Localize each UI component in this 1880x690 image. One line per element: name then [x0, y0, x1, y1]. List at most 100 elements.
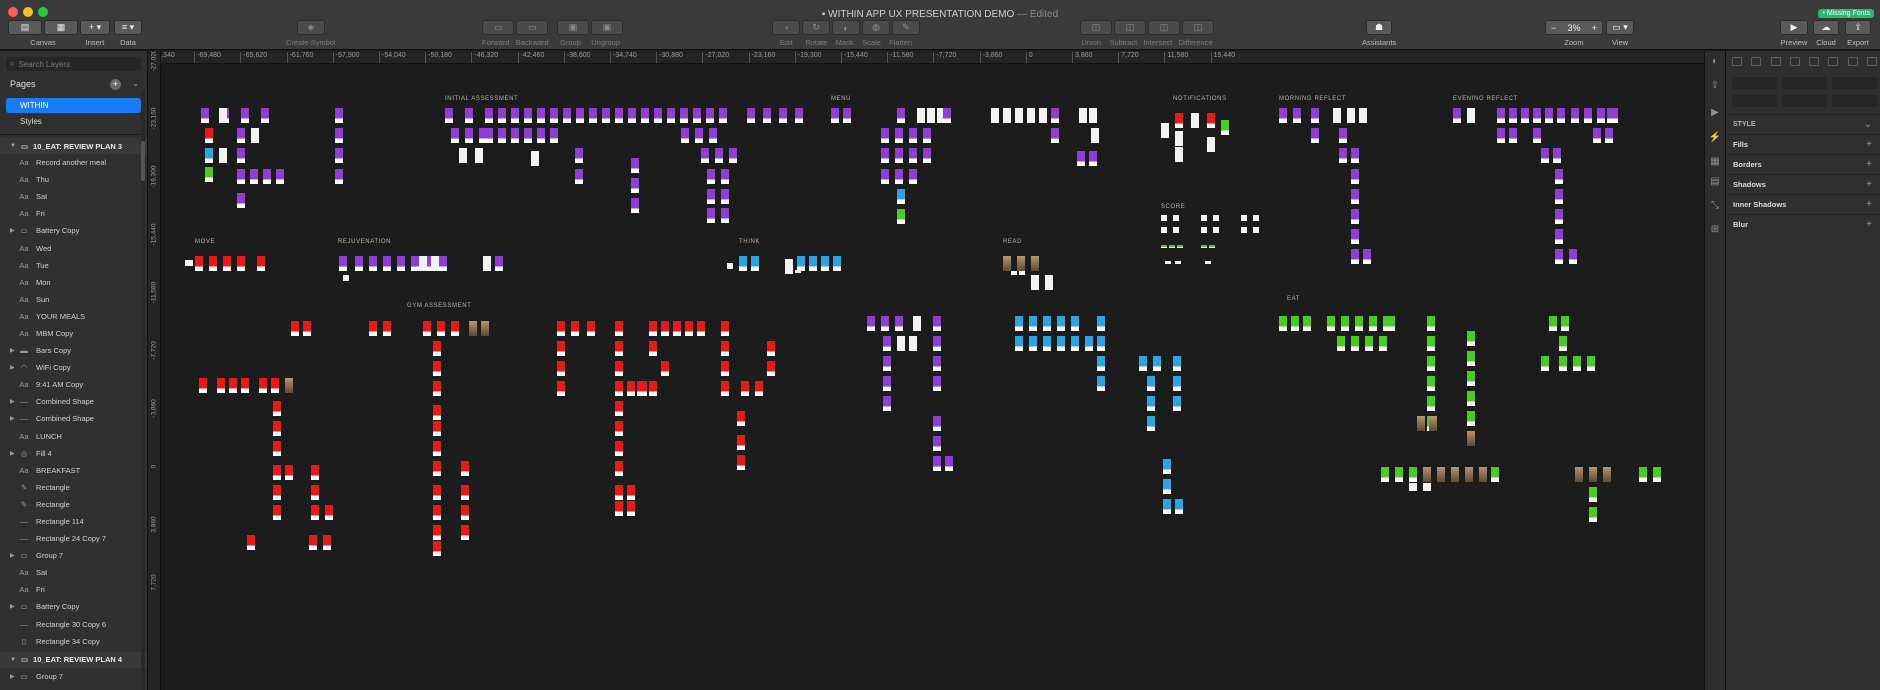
artboard-thumbnail[interactable] [1071, 336, 1079, 351]
rotate-button[interactable]: ↻ [802, 20, 830, 35]
artboard-thumbnail[interactable] [439, 256, 447, 271]
layer-row[interactable]: ▯ Rectangle 34 Copy [0, 633, 147, 650]
artboard-thumbnail[interactable] [1085, 336, 1093, 351]
artboard-thumbnail[interactable] [201, 108, 209, 123]
artboard-thumbnail[interactable] [1003, 256, 1011, 271]
artboard-thumbnail[interactable] [881, 148, 889, 163]
artboard-thumbnail[interactable] [1437, 467, 1445, 482]
artboard-thumbnail[interactable] [195, 256, 203, 271]
artboard-thumbnail[interactable] [628, 108, 636, 123]
artboard-thumbnail[interactable] [706, 108, 714, 123]
artboard-thumbnail[interactable] [933, 336, 941, 351]
layer-row[interactable]: — Rectangle 30 Copy 6 [0, 616, 147, 633]
artboard-thumbnail[interactable] [1417, 416, 1425, 431]
artboard-thumbnail[interactable] [1395, 467, 1403, 482]
artboard-thumbnail[interactable] [881, 128, 889, 143]
artboard-thumbnail[interactable] [1191, 113, 1199, 128]
forward-button[interactable]: ▭ [482, 20, 515, 35]
artboard-thumbnail[interactable] [263, 169, 271, 184]
artboard-thumbnail[interactable] [247, 535, 255, 550]
artboard-thumbnail[interactable] [1165, 261, 1171, 264]
artboard-thumbnail[interactable] [615, 421, 623, 436]
artboard-thumbnail[interactable] [649, 321, 657, 336]
artboard-thumbnail[interactable] [557, 381, 565, 396]
scrollbar-thumb[interactable] [141, 141, 145, 181]
subtract-button[interactable]: ◫ [1114, 20, 1146, 35]
layer-row[interactable]: Aa YOUR MEALS [0, 308, 147, 325]
artboard-thumbnail[interactable] [251, 128, 259, 143]
artboard-thumbnail[interactable] [1597, 108, 1605, 123]
artboard-thumbnail[interactable] [563, 108, 571, 123]
artboard-thumbnail[interactable] [335, 108, 343, 123]
artboard-thumbnail[interactable] [627, 381, 635, 396]
design-canvas[interactable]: INITIAL ASSESSMENT MENU NOTIFICATIONS MORNI… [161, 65, 1704, 690]
create-symbol-button[interactable]: ◈ [296, 20, 325, 35]
artboard-thumbnail[interactable] [1045, 275, 1053, 290]
align-left-icon[interactable] [1770, 57, 1781, 66]
layer-row[interactable]: Aa Fri [0, 205, 147, 222]
artboard-thumbnail[interactable] [1467, 391, 1475, 406]
disclosure-icon[interactable]: ▶ [10, 227, 16, 234]
artboard-thumbnail[interactable] [1161, 245, 1167, 248]
artboard-thumbnail[interactable] [667, 108, 675, 123]
artboard-thumbnail[interactable] [1427, 336, 1435, 351]
artboard-thumbnail[interactable] [631, 198, 639, 213]
artboard-thumbnail[interactable] [1057, 316, 1065, 331]
artboard-thumbnail[interactable] [1207, 137, 1215, 152]
artboard-thumbnail[interactable] [883, 356, 891, 371]
artboard-thumbnail[interactable] [1017, 256, 1025, 271]
artboard-thumbnail[interactable] [587, 321, 595, 336]
artboard-thumbnail[interactable] [325, 505, 333, 520]
artboard-thumbnail[interactable] [1571, 108, 1579, 123]
artboard-thumbnail[interactable] [763, 108, 771, 123]
artboard-thumbnail[interactable] [335, 169, 343, 184]
artboard-thumbnail[interactable] [895, 169, 903, 184]
layer-row[interactable]: Aa Sun [0, 291, 147, 308]
artboard-thumbnail[interactable] [433, 525, 441, 540]
ungroup-button[interactable]: ▣ [591, 20, 623, 35]
page-item-styles[interactable]: Styles [6, 114, 141, 129]
artboard-thumbnail[interactable] [1303, 316, 1311, 331]
artboard-thumbnail[interactable] [1509, 128, 1517, 143]
preview-button[interactable]: ▶ [1780, 20, 1808, 35]
artboard-thumbnail[interactable] [693, 108, 701, 123]
chevron-down-icon[interactable]: ⌄ [1864, 119, 1872, 130]
artboard-thumbnail[interactable] [495, 256, 503, 271]
artboard-thumbnail[interactable] [1253, 227, 1259, 233]
artboard-thumbnail[interactable] [1561, 316, 1569, 331]
align-bottom-icon[interactable] [1866, 57, 1877, 66]
artboard-thumbnail[interactable] [787, 270, 793, 273]
layer-row[interactable]: ✎ Rectangle [0, 479, 147, 496]
missing-fonts-badge[interactable]: • Missing Fonts [1818, 9, 1874, 18]
artboard-thumbnail[interactable] [483, 256, 491, 271]
x-field[interactable] [1732, 77, 1777, 89]
artboard-thumbnail[interactable] [1639, 467, 1647, 482]
layer-row[interactable]: Aa Record another meal [0, 154, 147, 171]
distribute-vertical-icon[interactable] [1751, 57, 1762, 66]
layer-row[interactable]: Aa Tue [0, 257, 147, 274]
artboard-thumbnail[interactable] [481, 321, 489, 336]
artboard-thumbnail[interactable] [707, 169, 715, 184]
artboard-thumbnail[interactable] [1161, 215, 1167, 221]
artboard-thumbnail[interactable] [1607, 108, 1615, 123]
artboard-thumbnail[interactable] [1653, 467, 1661, 482]
artboard-thumbnail[interactable] [680, 108, 688, 123]
layer-row[interactable]: — Rectangle 114 [0, 513, 147, 530]
artboard-thumbnail[interactable] [205, 148, 213, 163]
artboard-thumbnail[interactable] [273, 421, 281, 436]
artboard-thumbnail[interactable] [1593, 128, 1601, 143]
artboard-thumbnail[interactable] [1533, 128, 1541, 143]
artboard-row[interactable]: ▼ ▭ 10_EAT: REVIEW PLAN 4 [0, 651, 147, 668]
artboard-thumbnail[interactable] [602, 108, 610, 123]
artboard-thumbnail[interactable] [1351, 189, 1359, 204]
artboard-thumbnail[interactable] [895, 148, 903, 163]
artboard-thumbnail[interactable] [917, 108, 925, 123]
artboard-thumbnail[interactable] [1559, 336, 1567, 351]
artboard-thumbnail[interactable] [1557, 108, 1565, 123]
artboard-thumbnail[interactable] [1097, 316, 1105, 331]
artboard-thumbnail[interactable] [933, 436, 941, 451]
artboard-thumbnail[interactable] [1333, 108, 1341, 123]
artboard-thumbnail[interactable] [1427, 356, 1435, 371]
artboard-thumbnail[interactable] [498, 128, 506, 143]
layer-row[interactable]: Aa Sat [0, 564, 147, 581]
